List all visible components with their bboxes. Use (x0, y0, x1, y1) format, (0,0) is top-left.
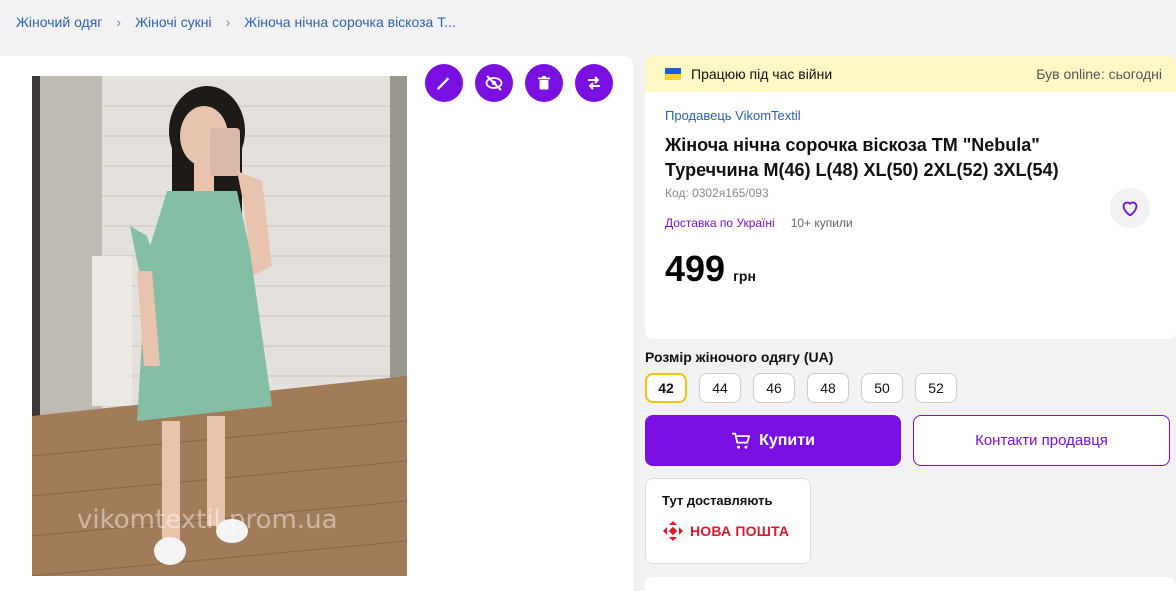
price-currency: грн (733, 268, 756, 284)
product-title-line2: Туреччина M(46) L(48) XL(50) 2XL(52) 3XL… (665, 160, 1059, 180)
seller-card-partial (645, 577, 1176, 591)
edit-button[interactable] (425, 64, 463, 102)
buy-button[interactable]: Купити (645, 415, 901, 466)
breadcrumb-item-womens-dresses[interactable]: Жіночі сукні (135, 14, 212, 30)
size-option-52[interactable]: 52 (915, 373, 957, 403)
product-title: Жіноча нічна сорочка віскоза ТМ "Nebula"… (665, 133, 1085, 183)
size-label: Розмір жіночого одягу (UA) (645, 349, 834, 365)
chevron-right-icon: › (225, 14, 231, 30)
pencil-icon (437, 77, 450, 90)
contact-seller-button[interactable]: Контакти продавця (913, 415, 1170, 466)
size-option-46[interactable]: 46 (753, 373, 795, 403)
size-option-44[interactable]: 44 (699, 373, 741, 403)
size-option-42[interactable]: 42 (645, 373, 687, 403)
product-meta: Доставка по Україні 10+ купили (665, 216, 1156, 230)
war-banner: Працюю під час війни Був online: сьогодн… (645, 56, 1176, 92)
nova-poshta-logo: НОВА ПОШТА (662, 520, 794, 542)
breadcrumb: Жіночий одяг › Жіночі сукні › Жіноча ніч… (16, 14, 456, 30)
purchase-count: 10+ купили (790, 216, 853, 230)
delivery-link[interactable]: Доставка по Україні (665, 216, 775, 230)
product-title-line1: Жіноча нічна сорочка віскоза ТМ "Nebula" (665, 135, 1040, 155)
breadcrumb-item-womens-clothing[interactable]: Жіночий одяг (16, 14, 102, 30)
chevron-right-icon: › (116, 14, 122, 30)
product-details: Працюю під час війни Був online: сьогодн… (645, 56, 1176, 564)
eye-off-icon (485, 75, 503, 91)
size-selector: 42 44 46 48 50 52 (645, 373, 1176, 403)
favorite-button[interactable] (1110, 188, 1150, 228)
price: 499 грн (665, 248, 1156, 290)
trash-icon (538, 76, 550, 90)
breadcrumb-item-current-product[interactable]: Жіноча нічна сорочка віскоза Т... (244, 14, 456, 30)
delete-button[interactable] (525, 64, 563, 102)
product-photo[interactable]: vikomtextil.prom.ua (32, 76, 407, 576)
size-option-48[interactable]: 48 (807, 373, 849, 403)
heart-icon (1122, 201, 1138, 217)
product-code: Код: 0302я165/093 (665, 186, 769, 200)
nova-poshta-icon (663, 521, 683, 541)
buy-button-label: Купити (759, 431, 815, 449)
admin-toolbar (425, 64, 613, 102)
price-value: 499 (665, 248, 726, 289)
size-option-50[interactable]: 50 (861, 373, 903, 403)
nova-poshta-text: НОВА ПОШТА (690, 523, 790, 539)
delivery-card-title: Тут доставляють (662, 493, 773, 508)
purchase-actions: Купити Контакти продавця (645, 415, 1176, 466)
online-status: Був online: сьогодні (1036, 66, 1162, 82)
cart-icon (732, 432, 751, 449)
product-gallery: vikomtextil.prom.ua (0, 56, 633, 591)
war-status-text: Працюю під час війни (691, 66, 833, 82)
hide-button[interactable] (475, 64, 513, 102)
ukraine-flag-icon (665, 68, 681, 80)
swap-arrows-icon (588, 76, 600, 90)
product-photo-image: vikomtextil.prom.ua (32, 76, 407, 576)
photo-watermark: vikomtextil.prom.ua (77, 505, 338, 535)
swap-button[interactable] (575, 64, 613, 102)
delivery-card: Тут доставляють НОВА ПОШТА (645, 478, 811, 564)
product-info-card: Працюю під час війни Був online: сьогодн… (645, 56, 1176, 339)
seller-link[interactable]: Продавець VikomTextil (665, 108, 1156, 123)
product-info: Продавець VikomTextil Жіноча нічна сороч… (645, 92, 1176, 339)
